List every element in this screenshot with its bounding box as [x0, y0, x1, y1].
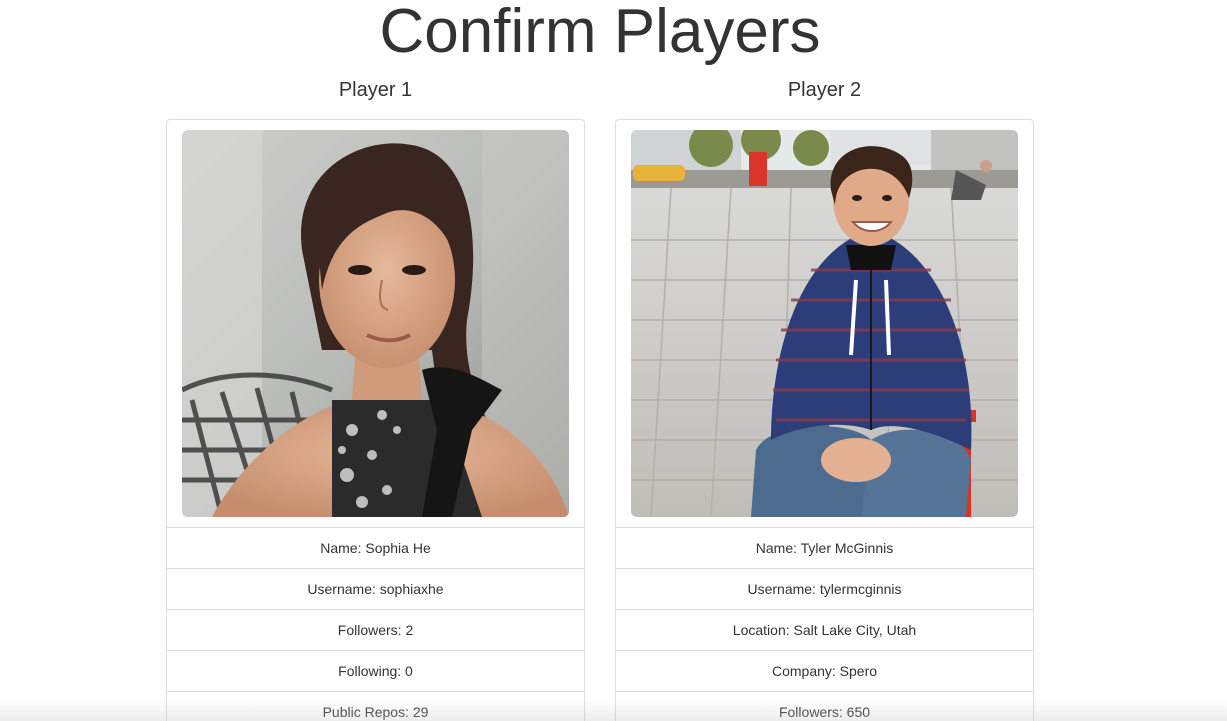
player-2-column: Player 2 Name: Tyler McGinnis Username: … [615, 76, 1034, 721]
player-2-name: Name: Tyler McGinnis [616, 527, 1033, 568]
player-1-photo-wrap [167, 120, 584, 527]
player-1-username: Username: sophiaxhe [167, 568, 584, 609]
player-2-username: Username: tylermcginnis [616, 568, 1033, 609]
player-1-name: Name: Sophia He [167, 527, 584, 568]
player-2-card: Name: Tyler McGinnis Username: tylermcgi… [615, 119, 1034, 721]
confirm-players-page: Confirm Players Player 1 Name: Sophia He… [0, 0, 1227, 721]
player-2-followers: Followers: 650 [616, 691, 1033, 721]
player-1-following: Following: 0 [167, 650, 584, 691]
player-2-company: Company: Spero [616, 650, 1033, 691]
player-2-photo-wrap [616, 120, 1033, 527]
page-title: Confirm Players [379, 0, 821, 66]
player-1-followers: Followers: 2 [167, 609, 584, 650]
player-1-card: Name: Sophia He Username: sophiaxhe Foll… [166, 119, 585, 721]
player-1-avatar [182, 130, 569, 517]
player-2-location: Location: Salt Lake City, Utah [616, 609, 1033, 650]
player-1-column: Player 1 Name: Sophia He Username: sophi… [166, 76, 585, 721]
player-2-heading: Player 2 [787, 79, 862, 101]
player-2-avatar [631, 130, 1018, 517]
player-1-heading: Player 1 [338, 79, 413, 101]
player-1-public-repos: Public Repos: 29 [167, 691, 584, 721]
